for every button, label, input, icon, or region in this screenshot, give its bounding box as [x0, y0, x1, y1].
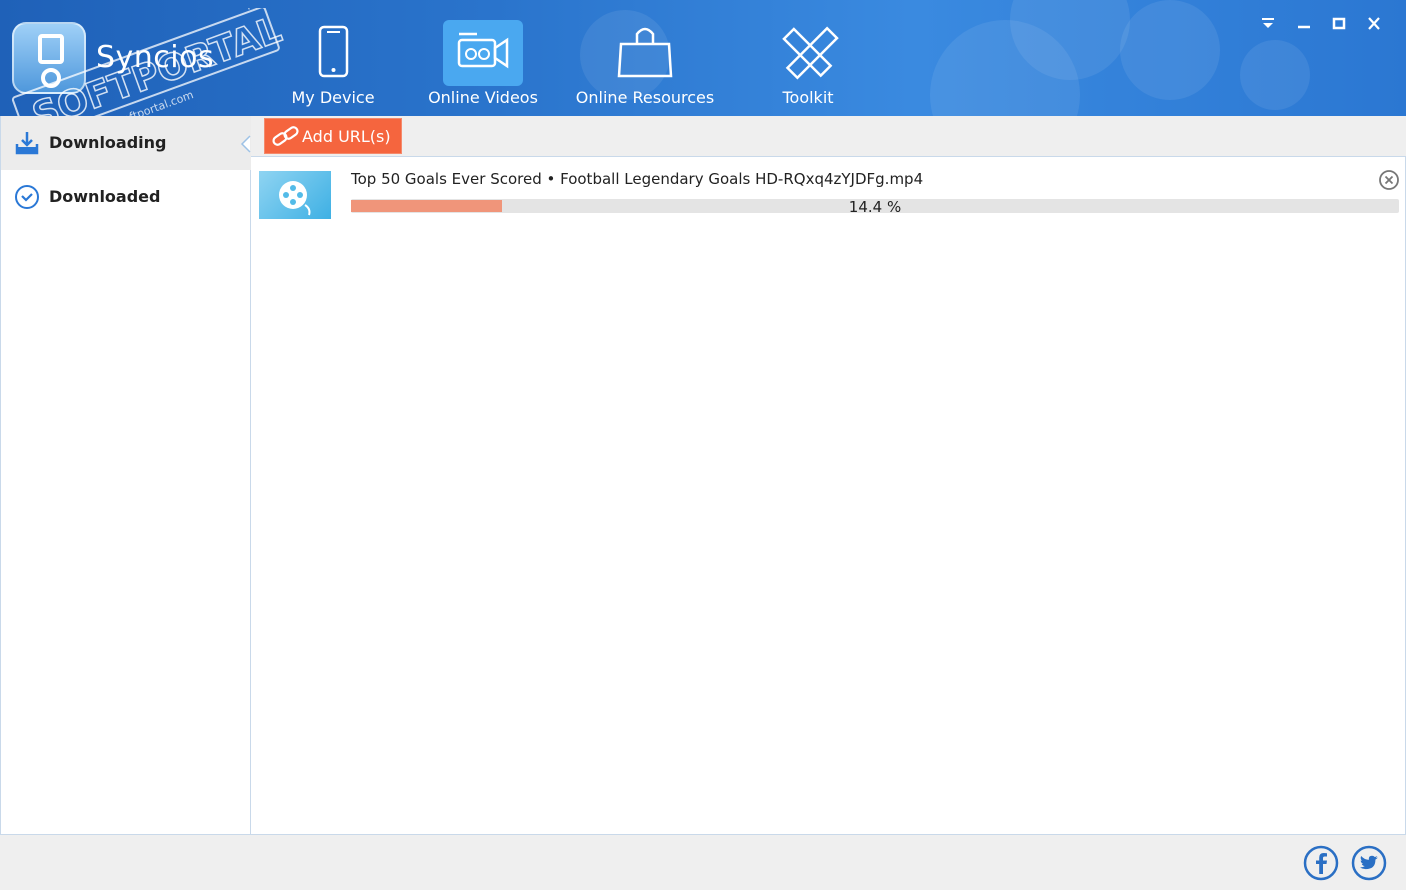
shopping-bag-icon — [605, 20, 685, 86]
add-url-button[interactable]: Add URL(s) — [264, 118, 402, 154]
nav-my-device[interactable]: My Device — [278, 0, 388, 116]
toolbar: Add URL(s) — [251, 116, 1406, 157]
remove-item-icon[interactable] — [1378, 169, 1400, 191]
film-reel-icon — [279, 181, 311, 216]
maximize-icon[interactable] — [1327, 12, 1351, 36]
title-bar: Syncios SOFTPORTAL TM www.softportal.com… — [0, 0, 1406, 116]
window-controls — [1252, 12, 1388, 36]
progress-bar: 14.4 % — [351, 198, 1399, 216]
sidebar: Downloading Downloaded — [0, 116, 251, 834]
app-logo-icon — [12, 22, 86, 94]
header-decoration — [1240, 40, 1310, 110]
add-url-label: Add URL(s) — [302, 127, 391, 146]
sidebar-item-downloaded[interactable]: Downloaded — [1, 170, 251, 224]
sidebar-item-label: Downloaded — [49, 187, 161, 206]
close-icon[interactable] — [1362, 12, 1386, 36]
twitter-icon[interactable] — [1351, 845, 1387, 881]
sidebar-item-downloading[interactable]: Downloading — [1, 116, 251, 170]
file-name: Top 50 Goals Ever Scored • Football Lege… — [351, 170, 924, 188]
svg-text:www.softportal.com: www.softportal.com — [88, 88, 195, 116]
nav-online-resources[interactable]: Online Resources — [575, 0, 715, 116]
nav-label: My Device — [291, 88, 375, 107]
nav-toolkit[interactable]: Toolkit — [753, 0, 863, 116]
svg-text:TM: TM — [243, 8, 262, 14]
app-name: Syncios — [96, 40, 215, 75]
status-bar — [0, 834, 1406, 890]
nav-label: Online Videos — [428, 88, 538, 107]
progress-text: 14.4 % — [848, 198, 902, 216]
facebook-icon[interactable] — [1303, 845, 1339, 881]
minimize-icon[interactable] — [1292, 12, 1316, 36]
check-circle-icon — [14, 184, 40, 210]
video-camera-icon — [443, 20, 523, 86]
download-tray-icon — [14, 130, 40, 156]
toolkit-icon — [768, 20, 848, 86]
nav-label: Toolkit — [782, 88, 834, 107]
video-thumbnail — [259, 171, 331, 219]
link-icon — [272, 126, 299, 146]
nav-online-videos[interactable]: Online Videos — [423, 0, 543, 116]
list-item: Top 50 Goals Ever Scored • Football Lege… — [251, 157, 1405, 225]
phone-icon — [293, 20, 373, 86]
menu-icon[interactable] — [1256, 12, 1280, 36]
header-decoration — [1120, 0, 1220, 100]
nav-label: Online Resources — [575, 88, 715, 107]
sidebar-item-label: Downloading — [49, 133, 167, 152]
download-list: Top 50 Goals Ever Scored • Football Lege… — [251, 157, 1406, 834]
